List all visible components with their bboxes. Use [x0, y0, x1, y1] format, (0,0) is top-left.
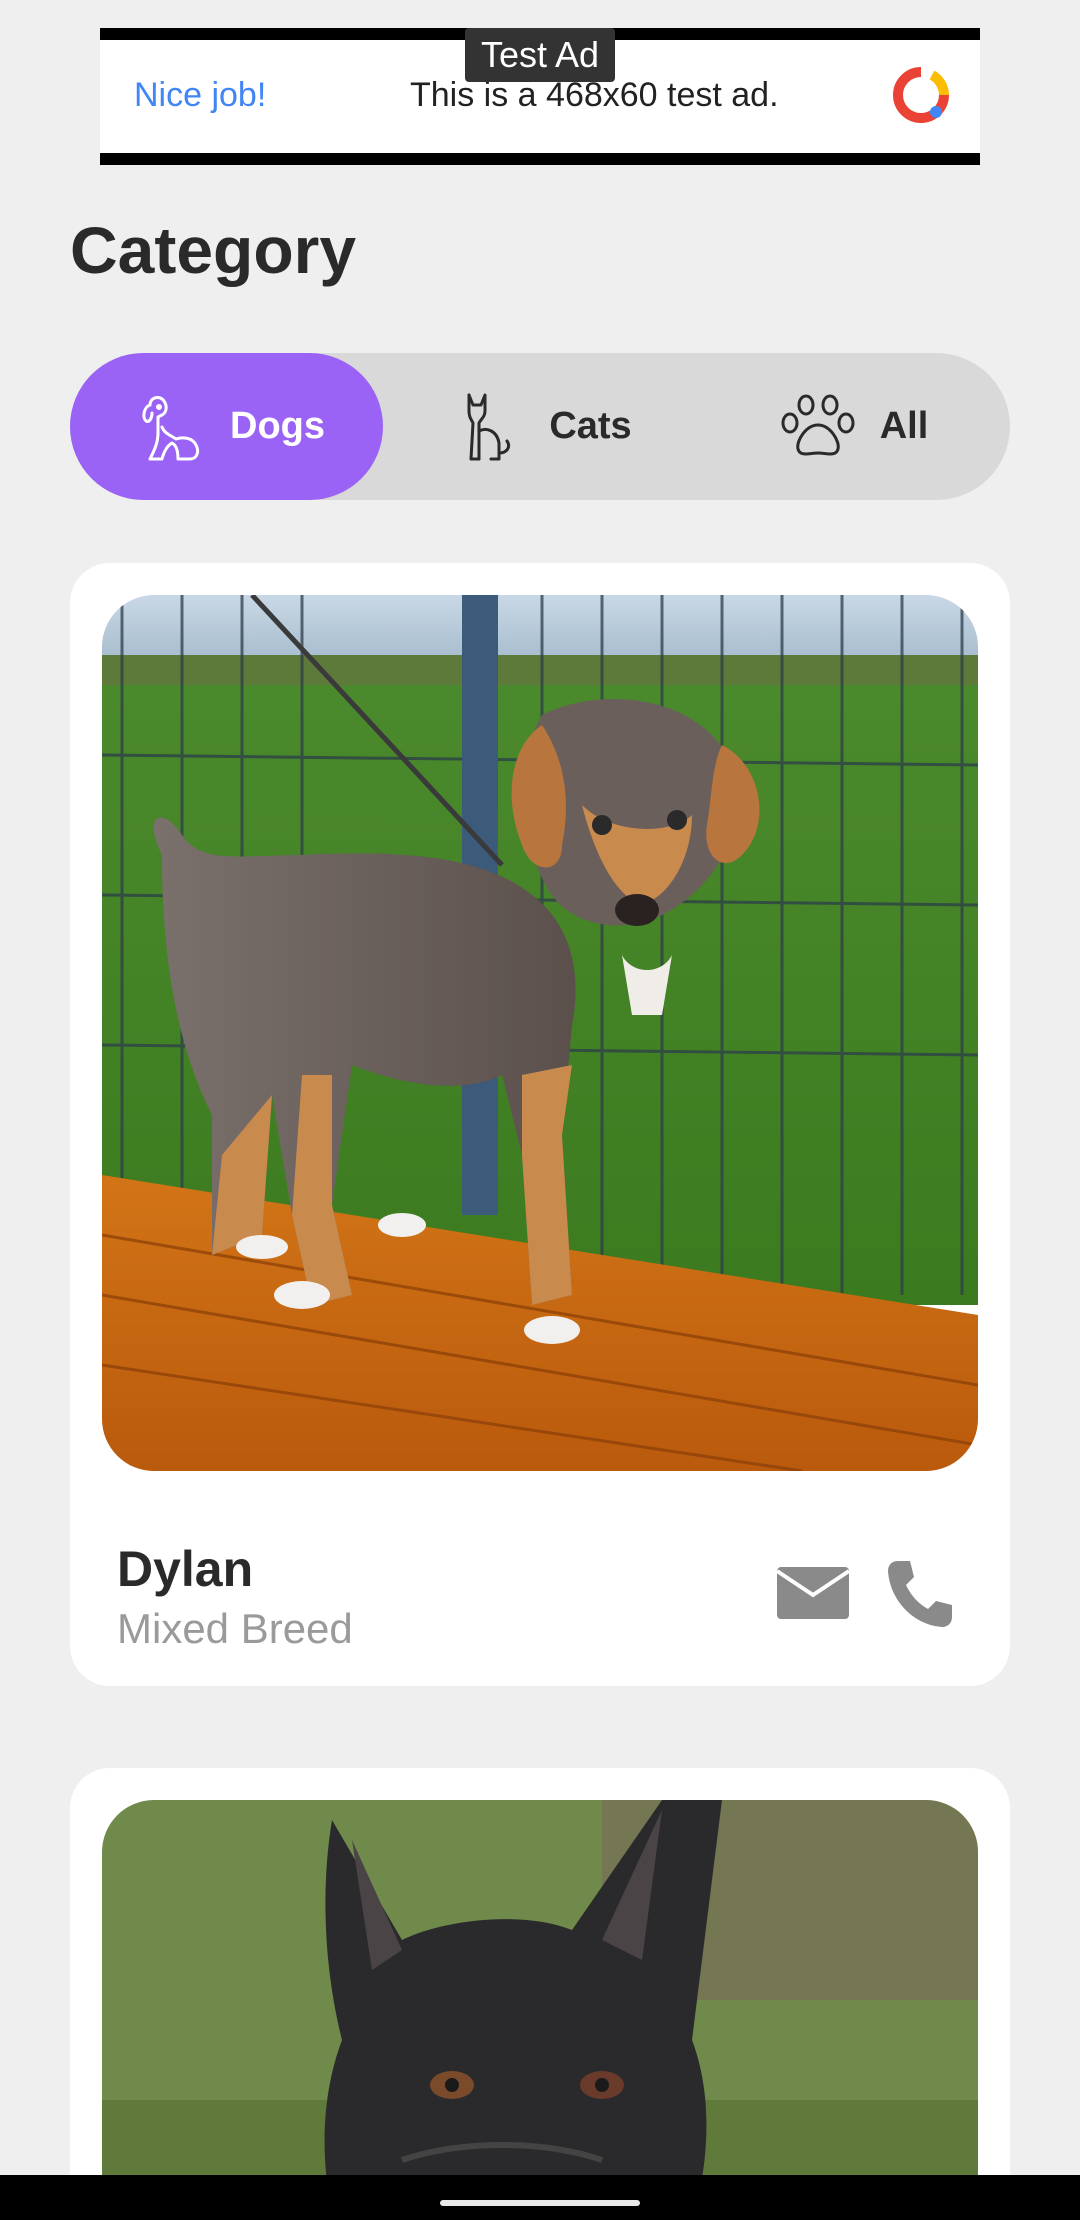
- paw-icon: [778, 387, 858, 467]
- pet-card[interactable]: Dylan Mixed Breed: [70, 563, 1010, 1686]
- test-ad-label: Test Ad: [465, 28, 615, 82]
- tab-all-label: All: [879, 405, 929, 447]
- ad-logo-icon: [892, 66, 950, 124]
- pet-breed: Mixed Breed: [117, 1605, 353, 1652]
- pet-photo[interactable]: [102, 595, 978, 1471]
- tab-cats[interactable]: Cats: [383, 353, 696, 500]
- pet-card[interactable]: [70, 1768, 1010, 2220]
- cat-icon: [447, 387, 527, 467]
- category-selector: Dogs Cats All: [70, 353, 1010, 500]
- page-title: Category: [70, 213, 357, 287]
- mail-icon: [775, 1567, 851, 1619]
- tab-cats-label: Cats: [549, 405, 632, 447]
- system-navigation-bar: [0, 2175, 1080, 2220]
- pet-name: Dylan: [117, 1541, 254, 1597]
- call-button[interactable]: [880, 1553, 960, 1633]
- tab-all[interactable]: All: [696, 353, 1010, 500]
- tab-dogs[interactable]: Dogs: [70, 353, 383, 500]
- email-button[interactable]: [773, 1553, 853, 1633]
- phone-icon: [888, 1561, 952, 1627]
- home-gesture-bar[interactable]: [440, 2200, 640, 2206]
- pet-photo[interactable]: [102, 1800, 978, 2220]
- tab-dogs-label: Dogs: [230, 405, 325, 447]
- ad-nice-job-text: Nice job!: [134, 76, 267, 114]
- dog-icon: [128, 387, 208, 467]
- app-screen: Nice job! This is a 468x60 test ad. Test…: [0, 0, 1080, 2220]
